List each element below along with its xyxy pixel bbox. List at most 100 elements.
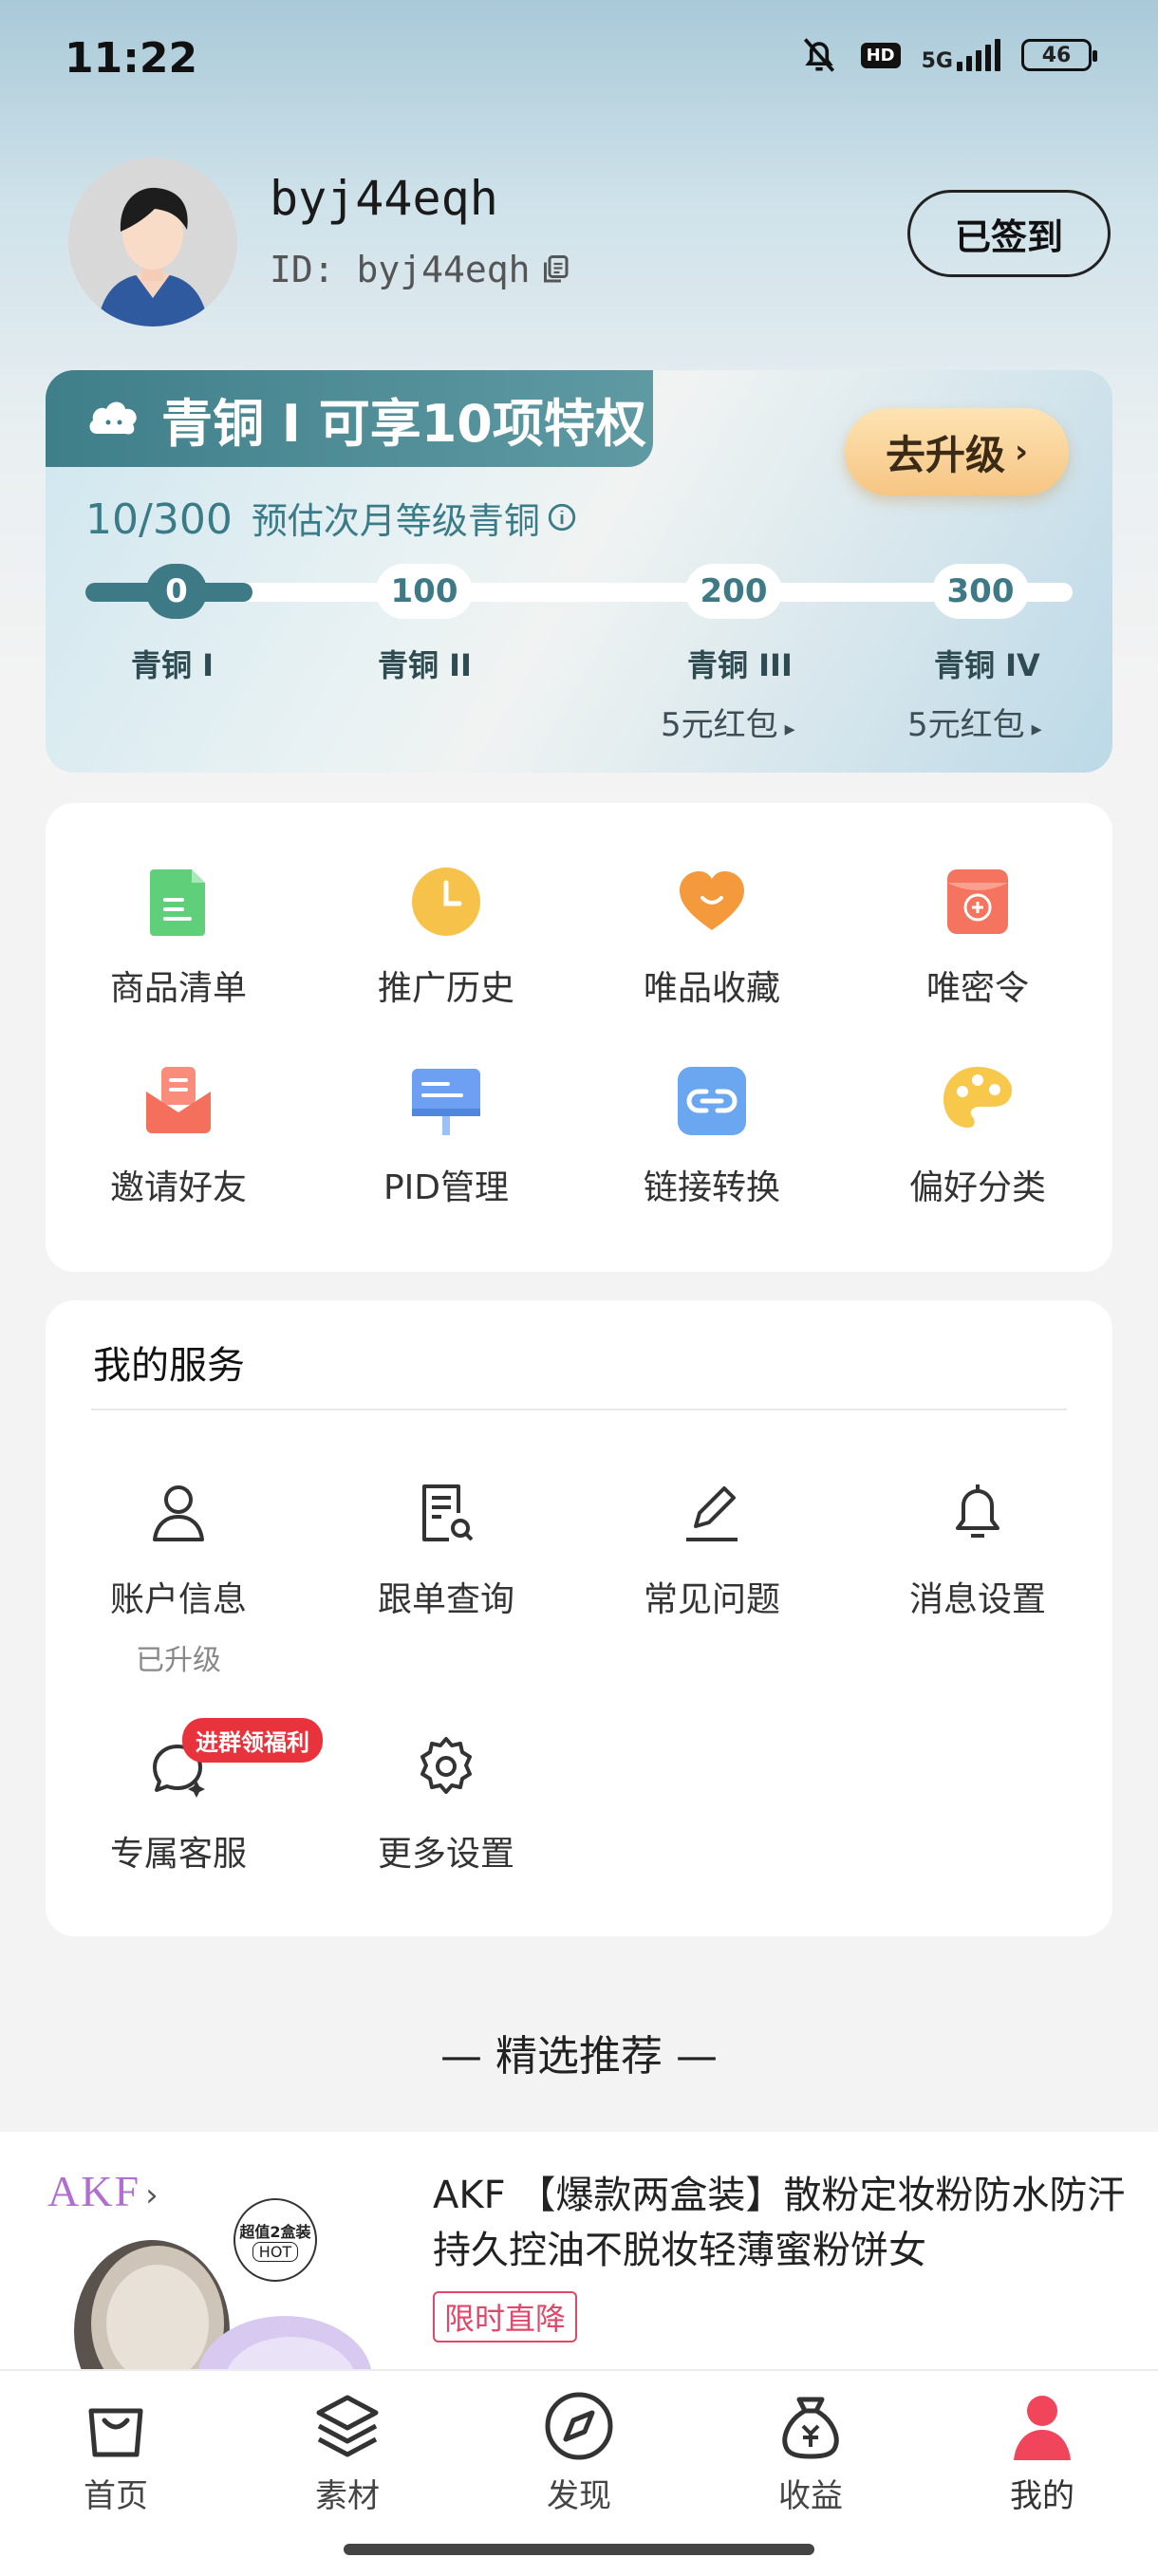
tab-label: 素材 — [315, 2477, 380, 2515]
service-account-info[interactable]: 账户信息 已升级 — [46, 1479, 311, 1678]
tool-favorites[interactable]: 唯品收藏 — [579, 864, 845, 1010]
red-envelope-icon — [940, 864, 1016, 940]
tab-materials[interactable]: 素材 — [281, 2388, 414, 2516]
services-title: 我的服务 — [93, 1344, 245, 1388]
pencil-icon — [679, 1479, 745, 1545]
tool-promo-history[interactable]: 推广历史 — [313, 864, 579, 1010]
document-icon — [140, 864, 216, 940]
tool-link-convert[interactable]: 链接转换 — [579, 1063, 845, 1209]
reward-link-3[interactable]: 5元红包 ▸ — [661, 699, 795, 745]
palette-icon — [940, 1063, 1016, 1139]
level-node-1: 0 — [146, 564, 207, 619]
chevron-right-icon: › — [1015, 433, 1029, 471]
reward-link-4[interactable]: 5元红包 ▸ — [907, 699, 1042, 745]
upgrade-button-label: 去升级 — [885, 431, 1005, 478]
product-tag: 限时直降 — [433, 2291, 578, 2343]
battery-icon: 46 — [1021, 39, 1097, 71]
reward-4-label: 5元红包 — [907, 706, 1025, 744]
mute-bell-icon — [803, 38, 834, 72]
home-indicator[interactable] — [344, 2544, 814, 2555]
level-name-2: 青铜 II — [378, 647, 472, 683]
gear-icon — [413, 1733, 479, 1800]
powder-compact-illustration — [74, 2240, 371, 2369]
tool-pid-management[interactable]: PID管理 — [313, 1063, 579, 1209]
tab-mine[interactable]: 我的 — [976, 2388, 1109, 2516]
mail-icon — [140, 1063, 216, 1139]
chevron-right-icon: › — [145, 2176, 159, 2214]
tab-label: 发现 — [547, 2477, 611, 2515]
doc-search-icon — [413, 1479, 479, 1545]
sign-in-button[interactable]: 已签到 — [907, 190, 1111, 277]
recommend-heading: — 精选推荐 — — [440, 2032, 718, 2081]
tool-label: 推广历史 — [377, 969, 514, 1008]
progress-current: 10 — [85, 495, 139, 544]
level-tag-title: 青铜 I 可享10项特权 — [161, 393, 646, 454]
heart-icon — [674, 864, 750, 940]
level-node-4: 300 — [932, 564, 1029, 619]
service-notification-settings[interactable]: 消息设置 — [845, 1479, 1111, 1621]
tool-product-list[interactable]: 商品清单 — [46, 864, 311, 1010]
service-faq[interactable]: 常见问题 — [579, 1479, 845, 1621]
service-label: 更多设置 — [377, 1835, 514, 1874]
tool-label: 唯密令 — [925, 969, 1029, 1008]
tool-secret-code[interactable]: 唯密令 — [845, 864, 1111, 1010]
group-welfare-badge: 进群领福利 — [182, 1718, 323, 1763]
service-label: 消息设置 — [908, 1580, 1046, 1619]
layers-icon — [309, 2388, 385, 2464]
brand-link[interactable]: AKF › — [47, 2166, 159, 2216]
status-time: 11:22 — [65, 34, 198, 83]
brand-logo: AKF — [47, 2167, 141, 2215]
service-label: 常见问题 — [643, 1580, 780, 1619]
avatar[interactable] — [68, 158, 237, 327]
level-name-4: 青铜 IV — [934, 647, 1040, 683]
money-bag-icon — [773, 2388, 849, 2464]
person-icon — [1004, 2388, 1080, 2464]
tab-label: 收益 — [778, 2477, 843, 2515]
info-icon[interactable] — [546, 501, 578, 533]
progress-note: 预估次月等级青铜 — [251, 500, 540, 542]
level-card[interactable]: 青铜 I 可享10项特权 去升级 › 10/300 预估次月等级青铜 0 100… — [46, 370, 1112, 773]
level-node-2: 100 — [376, 564, 473, 619]
level-tag: 青铜 I 可享10项特权 — [46, 370, 653, 467]
hd-indicator: HD — [860, 42, 901, 68]
service-sublabel: 已升级 — [136, 1644, 221, 1677]
level-name-3: 青铜 III — [687, 647, 793, 683]
user-id-text: ID: byj44eqh — [270, 249, 531, 290]
service-order-tracking[interactable]: 跟单查询 — [313, 1479, 579, 1621]
tool-preference-category[interactable]: 偏好分类 — [845, 1063, 1111, 1209]
product-image[interactable] — [66, 2217, 399, 2369]
level-name-1: 青铜 I — [131, 647, 215, 683]
services-divider — [91, 1409, 1067, 1410]
tab-discover[interactable]: 发现 — [513, 2388, 645, 2516]
caret-right-icon: ▸ — [777, 718, 795, 741]
upgrade-button[interactable]: 去升级 › — [845, 408, 1069, 495]
network-type: 5G — [921, 49, 953, 73]
signal-indicator: 5G — [921, 39, 1000, 73]
compass-icon — [541, 2388, 617, 2464]
level-node-3: 200 — [685, 564, 782, 619]
bag-icon — [78, 2388, 154, 2464]
bell-icon — [944, 1479, 1011, 1545]
user-icon — [145, 1479, 212, 1545]
tool-invite-friends[interactable]: 邀请好友 — [46, 1063, 311, 1209]
caret-right-icon: ▸ — [1024, 718, 1042, 741]
product-title[interactable]: AKF 【爆款两盒装】散粉定妆粉防水防汗持久控油不脱妆轻薄蜜粉饼女 — [433, 2168, 1126, 2278]
username: byj44eqh — [270, 171, 498, 226]
signal-bars-icon — [957, 39, 1000, 71]
service-label: 账户信息 — [109, 1580, 247, 1619]
tool-label: 商品清单 — [109, 969, 247, 1008]
tab-earnings[interactable]: 收益 — [744, 2388, 877, 2516]
service-label: 跟单查询 — [377, 1580, 514, 1619]
tool-label: 唯品收藏 — [643, 969, 780, 1008]
tool-label: 邀请好友 — [109, 1168, 247, 1207]
service-more-settings[interactable]: 更多设置 — [313, 1733, 579, 1876]
progress-total: 300 — [152, 495, 233, 544]
reward-3-label: 5元红包 — [661, 706, 778, 744]
tab-label: 我的 — [1010, 2477, 1074, 2515]
progress-text: 10/300 预估次月等级青铜 — [85, 492, 578, 544]
tab-home[interactable]: 首页 — [49, 2388, 182, 2516]
copy-icon[interactable] — [538, 252, 572, 287]
billboard-icon — [408, 1063, 484, 1139]
battery-level: 46 — [1041, 43, 1072, 67]
clock-icon — [408, 864, 484, 940]
